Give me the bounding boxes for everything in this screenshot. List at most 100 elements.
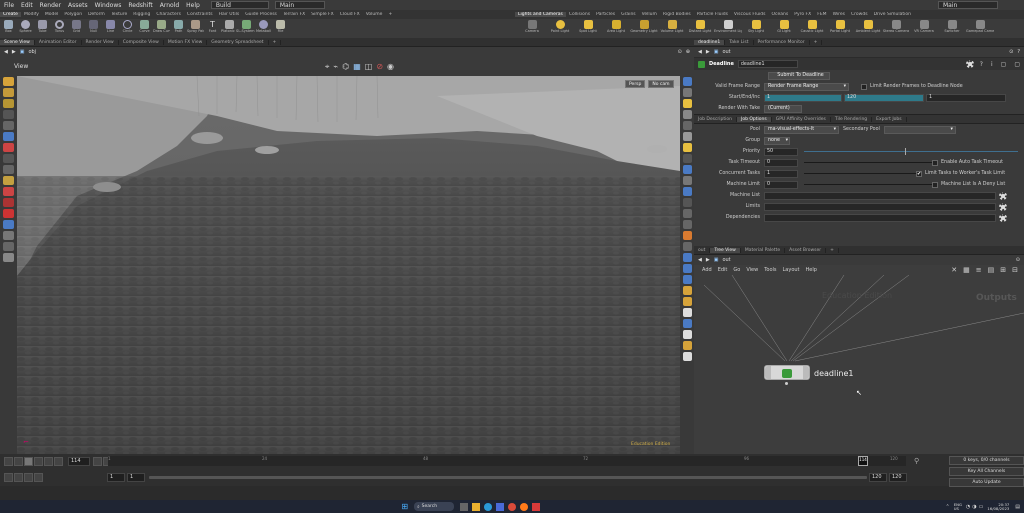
camera-view-icon[interactable]: ◫ <box>365 62 373 72</box>
snap-point-icon[interactable] <box>3 231 14 240</box>
submit-to-deadline-button[interactable]: Submit To Deadline <box>768 71 830 80</box>
realtime-icon[interactable] <box>4 472 13 482</box>
deadline1-node[interactable] <box>764 365 810 380</box>
limit-tasks-checkbox[interactable]: ✔ <box>916 170 922 177</box>
lock-icon[interactable] <box>3 132 14 141</box>
audio-icon[interactable] <box>34 472 43 482</box>
gear-icon[interactable] <box>965 60 974 68</box>
shelf-tab[interactable]: Hair Utils <box>216 12 243 17</box>
tab-deadline1[interactable]: deadline1 <box>694 39 726 45</box>
shelf-tab[interactable]: Rigging <box>130 12 153 17</box>
priority-slider-handle[interactable] <box>905 148 906 155</box>
group-menu[interactable]: none ▾ <box>764 136 790 145</box>
tab-render-view[interactable]: Render View <box>82 39 119 45</box>
current-frame-field[interactable]: 114 <box>68 456 90 466</box>
tube-tool[interactable]: Tube <box>34 19 51 38</box>
volume-icon[interactable]: ◑ <box>972 504 976 510</box>
tab-composite-view[interactable]: Composite View <box>119 39 164 45</box>
lock-icon[interactable]: ▢ <box>1001 61 1007 68</box>
stereo-camera-tool[interactable]: Stereo Camera <box>882 19 910 38</box>
distant-light-tool[interactable]: Distant Light <box>686 19 714 38</box>
net-menu-edit[interactable]: Edit <box>718 267 728 273</box>
wifi-icon[interactable]: ◔ <box>966 504 970 510</box>
network-editor[interactable]: Add Edit Go View Tools Layout Help ✕ ▦ ≡… <box>694 265 1024 454</box>
area-light-tool[interactable]: Area Light <box>602 19 630 38</box>
sphere-tool[interactable]: Sphere <box>17 19 34 38</box>
concurrent-slider[interactable] <box>804 173 916 174</box>
add-shelf-plus-icon[interactable]: + <box>385 12 395 17</box>
tab-material-palette[interactable]: Material Palette <box>741 247 786 253</box>
bulb-icon[interactable] <box>682 143 692 152</box>
priority-slider[interactable] <box>804 151 1018 152</box>
select-geometry-icon[interactable] <box>3 88 14 97</box>
forward-arrow-icon[interactable]: ▶ <box>706 257 710 263</box>
taskbar-search[interactable]: ⌕ Search <box>414 502 455 511</box>
gallery-icon[interactable] <box>682 341 692 350</box>
bounding-box-icon[interactable] <box>682 187 692 196</box>
forward-arrow-icon[interactable]: ▶ <box>12 49 16 55</box>
shelf-tab[interactable]: Simple FX <box>308 12 336 17</box>
list-icon[interactable]: ≡ <box>976 266 982 274</box>
wire-icon[interactable] <box>682 121 692 130</box>
net-menu-add[interactable]: Add <box>702 267 712 273</box>
sky-light-tool[interactable]: Sky Light <box>742 19 770 38</box>
magnet-icon[interactable] <box>3 209 14 218</box>
points-icon[interactable] <box>682 154 692 163</box>
gi-light-tool[interactable]: GI Light <box>770 19 798 38</box>
link-icon[interactable]: ⊕ <box>686 49 690 55</box>
language-indicator[interactable]: ENG US <box>954 502 962 511</box>
task-timeout-slider[interactable] <box>804 162 932 163</box>
shelf-tab[interactable]: Grains <box>618 12 639 17</box>
expand-icon[interactable]: ▢ <box>1014 61 1020 68</box>
menu-redshift[interactable]: Redshift <box>128 2 152 9</box>
app-icon[interactable] <box>532 502 541 511</box>
secondary-pool-menu[interactable]: ▾ <box>883 125 956 134</box>
light-icon[interactable] <box>682 99 692 108</box>
clock[interactable]: 20:37 16/08/2023 <box>987 502 1009 511</box>
machine-limit-field[interactable]: 0 <box>764 180 798 189</box>
step-back-icon[interactable] <box>14 456 23 466</box>
net-menu-go[interactable]: Go <box>733 267 740 273</box>
caustic-light-tool[interactable]: Caustic Light <box>798 19 826 38</box>
forward-arrow-icon[interactable]: ▶ <box>706 49 710 55</box>
task-view-icon[interactable] <box>460 502 469 511</box>
back-arrow-icon[interactable]: ◀ <box>4 49 8 55</box>
persp-menu[interactable]: Persp <box>625 80 646 88</box>
geometry-light-tool[interactable]: Geometry Light <box>630 19 658 38</box>
shelf-tab[interactable]: Collisions <box>566 12 593 17</box>
range-icon[interactable] <box>14 472 23 482</box>
desk-main-dropdown[interactable]: Main <box>274 1 325 9</box>
orange-flag-icon[interactable] <box>682 231 692 240</box>
file-tool[interactable]: File <box>272 19 289 38</box>
menu-arnold[interactable]: Arnold <box>160 2 179 9</box>
view-tool-icon[interactable] <box>3 99 14 108</box>
metaball-tool[interactable]: Metaball <box>255 19 272 38</box>
limits-field[interactable] <box>764 202 996 211</box>
net-menu-layout[interactable]: Layout <box>783 267 800 273</box>
select-icon[interactable] <box>3 77 14 86</box>
gear-icon[interactable] <box>999 202 1007 211</box>
snapshot-gallery-icon[interactable] <box>682 352 692 361</box>
uv-icon[interactable] <box>682 198 692 207</box>
shelf-tab[interactable]: Wires <box>830 12 848 17</box>
dependencies-field[interactable] <box>764 213 996 222</box>
frame-ruler[interactable]: 1 24 48 72 96 120 114 <box>108 456 906 466</box>
start-frame-field[interactable]: 1 <box>764 93 842 102</box>
end-frame-field[interactable]: 120 <box>844 93 924 102</box>
step-forward-icon[interactable] <box>44 456 53 466</box>
jump-end-icon[interactable] <box>54 456 63 466</box>
paint-icon[interactable] <box>3 198 14 207</box>
curve-tool[interactable]: Curve <box>136 19 153 38</box>
brush-icon[interactable] <box>3 187 14 196</box>
tab-asset-browser[interactable]: Asset Browser <box>785 247 827 253</box>
frame-step-back-icon[interactable] <box>93 456 102 466</box>
global-end-field[interactable]: 120 <box>889 472 907 482</box>
record-icon[interactable]: ⊘ <box>376 62 383 72</box>
net-path-out[interactable]: out <box>722 257 730 263</box>
tab-scene-view[interactable]: Scene View <box>0 39 35 45</box>
tab-job-options[interactable]: Job Options <box>737 116 772 122</box>
menu-assets[interactable]: Assets <box>68 2 88 9</box>
shelf-tab[interactable]: Terrain FX <box>280 12 308 17</box>
path-tool[interactable]: Path <box>170 19 187 38</box>
snapshot-icon[interactable]: ◉ <box>387 62 394 72</box>
